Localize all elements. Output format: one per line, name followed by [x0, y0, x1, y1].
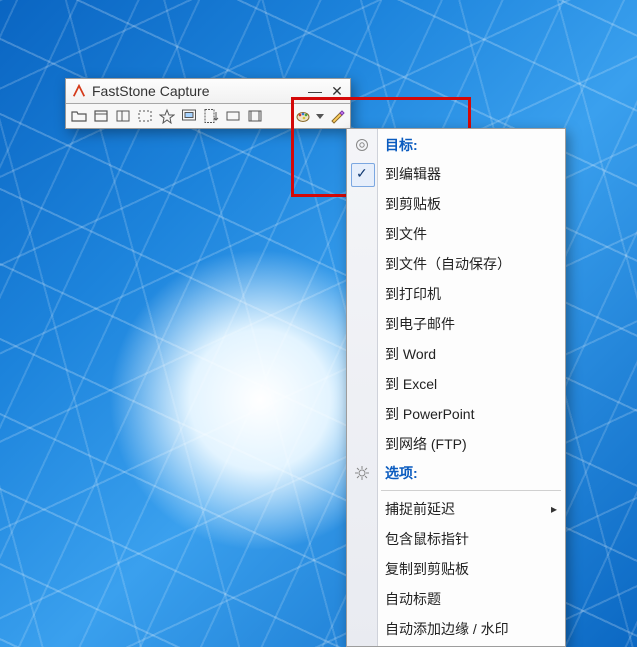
- menu-item-include-cursor[interactable]: 包含鼠标指针: [347, 524, 565, 554]
- menu-header-target-label: 目标:: [385, 135, 418, 155]
- menu-item-label: 包含鼠标指针: [385, 529, 469, 549]
- menu-item-label: 到剪贴板: [385, 194, 441, 214]
- capture-scroll-icon[interactable]: [202, 107, 220, 125]
- open-icon[interactable]: [70, 107, 88, 125]
- output-target-icon[interactable]: [294, 107, 312, 125]
- titlebar[interactable]: FastStone Capture — ✕: [66, 79, 350, 104]
- menu-separator: [381, 490, 561, 491]
- menu-item-to-ftp[interactable]: 到网络 (FTP): [347, 429, 565, 459]
- menu-header-target: 目标:: [347, 131, 565, 159]
- capture-toolbar: [66, 104, 350, 128]
- app-icon: [72, 84, 86, 98]
- capture-freehand-icon[interactable]: [158, 107, 176, 125]
- menu-item-label: 到文件: [385, 224, 427, 244]
- capture-object-icon[interactable]: [114, 107, 132, 125]
- menu-item-label: 到 PowerPoint: [385, 404, 474, 424]
- capture-fullscreen-icon[interactable]: [180, 107, 198, 125]
- menu-item-label: 到 Word: [385, 344, 436, 364]
- menu-item-label: 到编辑器: [385, 164, 441, 184]
- menu-item-label: 复制到剪贴板: [385, 559, 469, 579]
- minimize-button[interactable]: —: [306, 83, 324, 99]
- menu-item-label: 到网络 (FTP): [385, 434, 467, 454]
- window-title: FastStone Capture: [92, 83, 306, 99]
- target-header-icon: [354, 137, 370, 153]
- draw-tool-icon[interactable]: [328, 107, 346, 125]
- menu-item-to-clipboard[interactable]: 到剪贴板: [347, 189, 565, 219]
- options-header-icon: [354, 465, 370, 481]
- output-target-dropdown-arrow[interactable]: [316, 107, 324, 125]
- menu-item-to-editor[interactable]: 到编辑器: [347, 159, 565, 189]
- menu-item-copy-clipboard[interactable]: 复制到剪贴板: [347, 554, 565, 584]
- menu-header-options-label: 选项:: [385, 463, 418, 483]
- menu-item-label: 自动添加边缘 / 水印: [385, 619, 509, 639]
- menu-item-label: 到电子邮件: [385, 314, 455, 334]
- capture-fixed-icon[interactable]: [224, 107, 242, 125]
- menu-item-label: 捕捉前延迟: [385, 499, 455, 519]
- menu-item-label: 自动标题: [385, 589, 441, 609]
- menu-item-to-email[interactable]: 到电子邮件: [347, 309, 565, 339]
- menu-item-label: 到打印机: [385, 284, 441, 304]
- capture-rect-icon[interactable]: [136, 107, 154, 125]
- capture-window-icon[interactable]: [92, 107, 110, 125]
- record-video-icon[interactable]: [246, 107, 264, 125]
- menu-item-auto-edge-watermark[interactable]: 自动添加边缘 / 水印: [347, 614, 565, 644]
- menu-header-options: 选项:: [347, 459, 565, 487]
- menu-item-delay[interactable]: 捕捉前延迟: [347, 494, 565, 524]
- menu-item-to-excel[interactable]: 到 Excel: [347, 369, 565, 399]
- output-target-menu: 目标: 到编辑器 到剪贴板 到文件 到文件（自动保存） 到打印机 到电子邮件 到…: [346, 128, 566, 647]
- menu-item-to-printer[interactable]: 到打印机: [347, 279, 565, 309]
- menu-item-label: 到文件（自动保存）: [385, 254, 511, 274]
- faststone-toolbar-window: FastStone Capture — ✕: [65, 78, 351, 129]
- menu-item-to-powerpoint[interactable]: 到 PowerPoint: [347, 399, 565, 429]
- menu-item-auto-title[interactable]: 自动标题: [347, 584, 565, 614]
- close-button[interactable]: ✕: [328, 83, 346, 100]
- menu-item-to-file[interactable]: 到文件: [347, 219, 565, 249]
- menu-item-to-word[interactable]: 到 Word: [347, 339, 565, 369]
- menu-item-label: 到 Excel: [385, 374, 437, 394]
- menu-item-to-file-autosave[interactable]: 到文件（自动保存）: [347, 249, 565, 279]
